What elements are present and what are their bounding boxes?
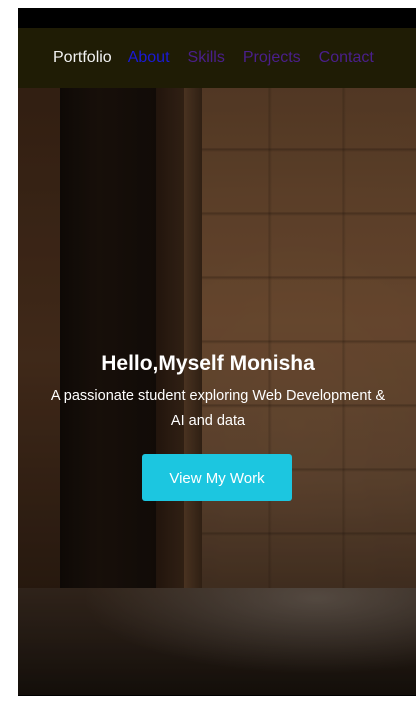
nav-link-about[interactable]: About (128, 49, 170, 67)
bottom-bar (18, 695, 416, 696)
hero-subtitle-line1: A passionate student exploring Web Devel… (50, 388, 386, 404)
nav-brand-portfolio[interactable]: Portfolio (53, 49, 112, 67)
status-bar (18, 8, 416, 28)
hero-section: Hello,Myself Monisha A passionate studen… (18, 88, 416, 695)
hero-subtitle-line2: AI and data (170, 413, 246, 429)
top-navbar: Portfolio About Skills Projects Contact (18, 28, 416, 88)
hero-title: Hello,Myself Monisha (101, 352, 315, 375)
nav-link-contact[interactable]: Contact (319, 49, 374, 67)
nav-link-projects[interactable]: Projects (243, 49, 301, 67)
browser-viewport: Portfolio About Skills Projects Contact … (18, 8, 416, 696)
view-my-work-button[interactable]: View My Work (142, 454, 292, 501)
nav-link-skills[interactable]: Skills (188, 49, 225, 67)
hero-subtitle: A passionate student exploring Web Devel… (18, 384, 416, 434)
hero-content: Hello,Myself Monisha A passionate studen… (18, 350, 416, 501)
